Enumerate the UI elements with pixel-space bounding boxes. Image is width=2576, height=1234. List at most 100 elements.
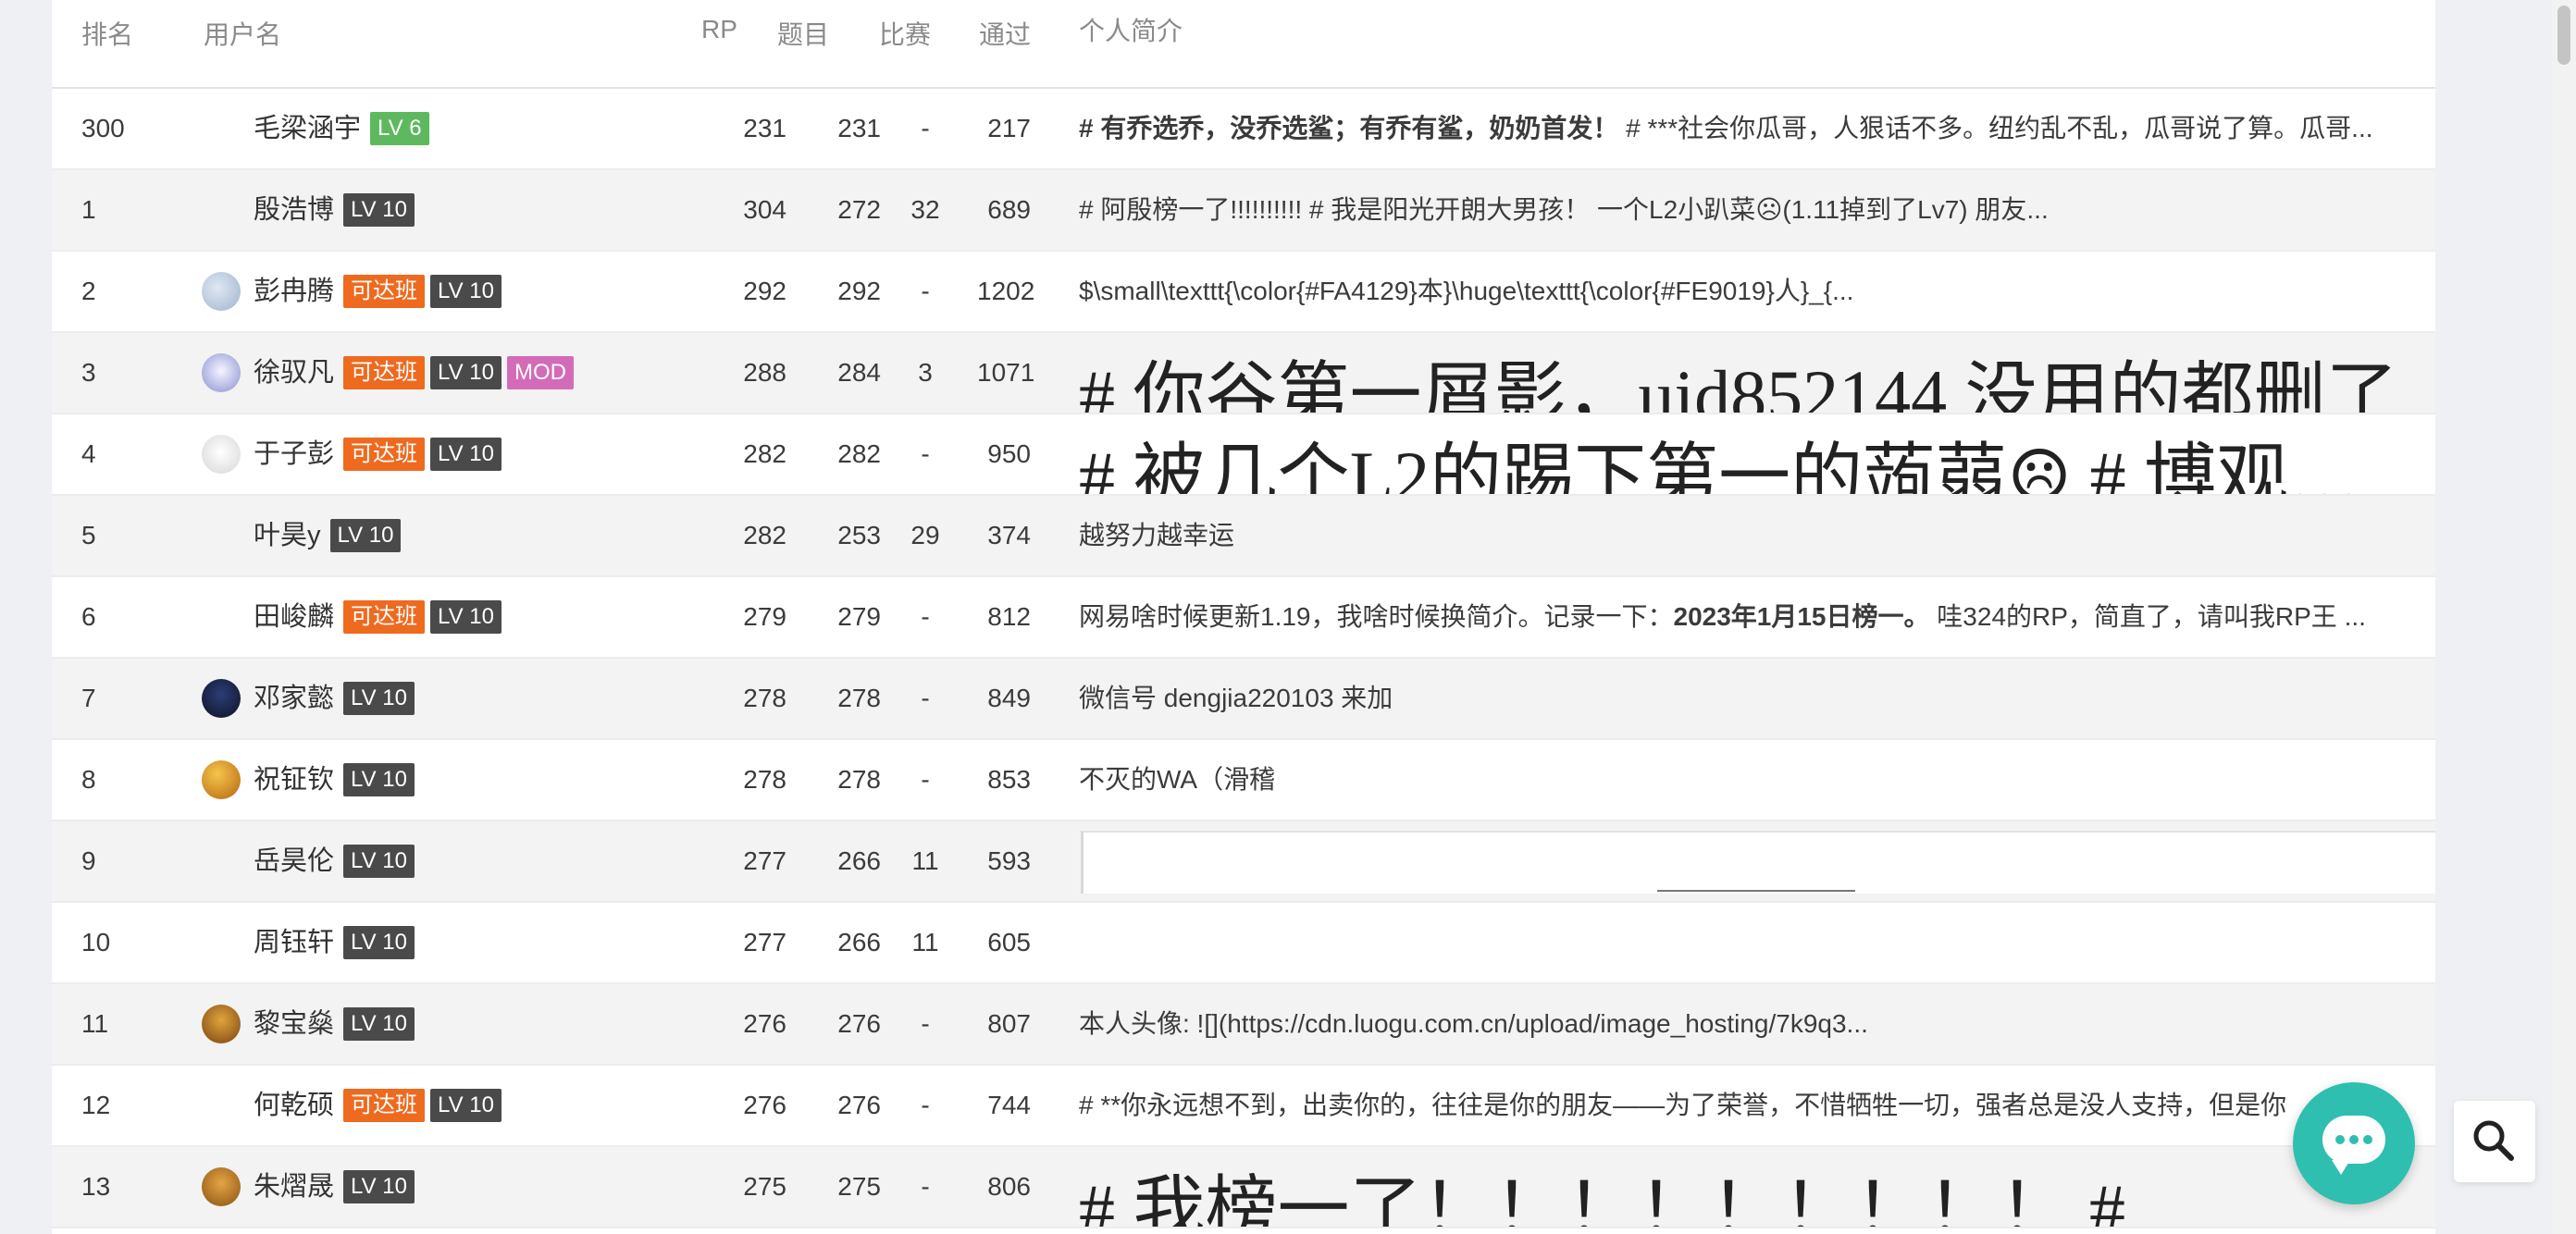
rp-cell: 282 (743, 521, 786, 549)
username-link[interactable]: 叶昊y (254, 496, 321, 575)
bio-text: 网易啥时候更新1.19，我啥时候换简介。记录一下：2023年1月15日榜一。 哇… (1079, 577, 2411, 657)
rp-cell: 276 (743, 1091, 786, 1119)
rp-cell: 278 (743, 765, 786, 794)
problems-cell: 276 (837, 1091, 881, 1119)
contests-cell: - (921, 439, 930, 468)
bio-tail: 哇324的RP，简直了，请叫我RP王 ... (1929, 602, 2366, 631)
contests-cell: - (921, 114, 930, 142)
badge-level: LV 10 (430, 356, 502, 389)
scrollbar-thumb[interactable] (2557, 6, 2570, 65)
problems-cell: 253 (837, 521, 881, 549)
avatar[interactable] (202, 679, 241, 718)
bio-bold-text: 2023年1月15日榜一。 (1673, 602, 1930, 631)
username-link[interactable]: 祝钲钦 (254, 740, 334, 820)
username-link[interactable]: 田峻麟 (254, 577, 334, 657)
table-row: 300 毛梁涵宇 LV 6 231 231 - 217 # 有乔选乔，没乔选鲨；… (52, 89, 2435, 170)
problems-cell: 279 (837, 602, 881, 631)
table-body: 300 毛梁涵宇 LV 6 231 231 - 217 # 有乔选乔，没乔选鲨；… (52, 89, 2435, 1228)
problems-cell: 272 (837, 195, 881, 224)
passed-cell: 744 (987, 1091, 1031, 1119)
problems-cell: 275 (837, 1172, 881, 1201)
passed-cell: 849 (987, 684, 1031, 712)
search-button[interactable] (2454, 1101, 2535, 1182)
passed-cell: 1071 (977, 358, 1035, 387)
table-row: 5 叶昊y LV 10 282 253 29 374 越努力越幸运 (52, 496, 2435, 577)
user-cell: 祝钲钦 LV 10 (202, 740, 415, 820)
bio-text: # 阿殷榜一了!!!!!!!!!! # 我是阳光开朗大男孩！ 一个L2小趴菜☹(… (1079, 195, 2049, 224)
username-link[interactable]: 何乾硕 (254, 1066, 334, 1145)
rp-cell: 277 (743, 846, 786, 875)
contests-cell: - (921, 1091, 930, 1119)
table-row: 11 黎宝燊 LV 10 276 276 - 807 本人头像: ![](htt… (52, 984, 2435, 1066)
username-link[interactable]: 岳昊伦 (254, 821, 334, 901)
username-link[interactable]: 黎宝燊 (254, 984, 334, 1064)
passed-cell: 807 (987, 1009, 1031, 1038)
user-cell: 周钰轩 LV 10 (202, 903, 415, 982)
user-cell: 于子彭 可达班 LV 10 (202, 414, 502, 494)
avatar (202, 191, 241, 229)
badge-level: LV 10 (343, 193, 415, 227)
rp-cell: 277 (743, 928, 786, 956)
table-row: 4 于子彭 可达班 LV 10 282 282 - 950 # 被几个L2的踢下第… (52, 414, 2435, 496)
bio-text: $\small\texttt{\color{#FA4129}本}\huge\te… (1079, 277, 1854, 305)
avatar (202, 923, 241, 962)
rank-cell: 1 (81, 195, 96, 224)
bio-text: 不灭的WA（滑稽 (1079, 765, 1276, 794)
problems-cell: 231 (837, 114, 881, 142)
username-link[interactable]: 殷浩博 (254, 170, 334, 250)
username-link[interactable]: 徐驭凡 (254, 333, 334, 413)
username-link[interactable]: 周钰轩 (254, 903, 334, 982)
header-problems: 题目 (777, 20, 830, 49)
table-row: 7 邓家懿 LV 10 278 278 - 849 微信号 dengjia220… (52, 659, 2435, 740)
table-row: 6 田峻麟 可达班 LV 10 279 279 - 812 网易啥时候更新1.19… (52, 577, 2435, 659)
table-row: 2 彭冉腾 可达班 LV 10 292 292 - 1202 $\small\te… (52, 252, 2435, 333)
contests-cell: - (921, 602, 930, 631)
passed-cell: 950 (987, 439, 1031, 468)
problems-cell: 278 (837, 684, 881, 712)
contests-cell: - (921, 1172, 930, 1201)
badge-mod: MOD (506, 356, 574, 389)
bio-text (1079, 903, 2411, 982)
avatar[interactable] (202, 353, 241, 392)
contests-cell: - (921, 277, 930, 305)
problems-cell: 282 (837, 439, 881, 468)
avatar (202, 516, 241, 555)
rp-cell: 288 (743, 358, 786, 387)
contests-cell: - (921, 684, 930, 712)
header-passed: 通过 (979, 20, 1032, 49)
search-icon (2473, 1120, 2514, 1161)
avatar (202, 109, 241, 148)
badge-class: 可达班 (343, 600, 426, 634)
table-row: 8 祝钲钦 LV 10 278 278 - 853 不灭的WA（滑稽 (52, 740, 2435, 821)
user-cell: 徐驭凡 可达班 LV 10 MOD (202, 333, 574, 413)
username-link[interactable]: 朱熠晟 (254, 1147, 334, 1227)
username-link[interactable]: 于子彭 (254, 414, 334, 494)
page-scrollbar[interactable] (2552, 0, 2576, 1234)
user-cell: 何乾硕 可达班 LV 10 (202, 1066, 502, 1145)
user-cell: 岳昊伦 LV 10 (202, 821, 415, 901)
avatar[interactable] (202, 435, 241, 474)
username-link[interactable]: 彭冉腾 (254, 252, 334, 331)
badge-level: LV 10 (430, 1089, 502, 1122)
problems-cell: 278 (837, 765, 881, 794)
badge-class: 可达班 (343, 356, 426, 389)
badge-class: 可达班 (343, 275, 426, 308)
contests-cell: 32 (910, 195, 940, 224)
table-header: 排名 用户名 RP 题目 比赛 通过 个人简介 (52, 0, 2435, 89)
table-row: 3 徐驭凡 可达班 LV 10 MOD 288 284 3 1071 # 你谷第一屑… (52, 333, 2435, 414)
avatar[interactable] (202, 272, 241, 311)
username-link[interactable]: 邓家懿 (254, 659, 334, 738)
username-link[interactable]: 毛梁涵宇 (254, 89, 361, 168)
badge-level: LV 10 (343, 1170, 415, 1203)
badge-level: LV 10 (343, 1007, 415, 1041)
table-row: 1 殷浩博 LV 10 304 272 32 689 # 阿殷榜一了!!!!!!… (52, 170, 2435, 252)
chat-button[interactable] (2293, 1082, 2415, 1204)
table-row: 13 朱熠晟 LV 10 275 275 - 806 # 我榜一了！！！！！！！… (52, 1147, 2435, 1228)
header-contests: 比赛 (879, 20, 932, 49)
passed-cell: 812 (987, 602, 1031, 631)
avatar[interactable] (202, 760, 241, 799)
avatar[interactable] (202, 1005, 241, 1043)
bio-rest: # ***社会你瓜哥，人狠话不多。纽约乱不乱，瓜哥说了算。瓜哥... (1618, 114, 2373, 142)
avatar[interactable] (202, 1167, 241, 1206)
badge-level: LV 10 (343, 926, 415, 959)
